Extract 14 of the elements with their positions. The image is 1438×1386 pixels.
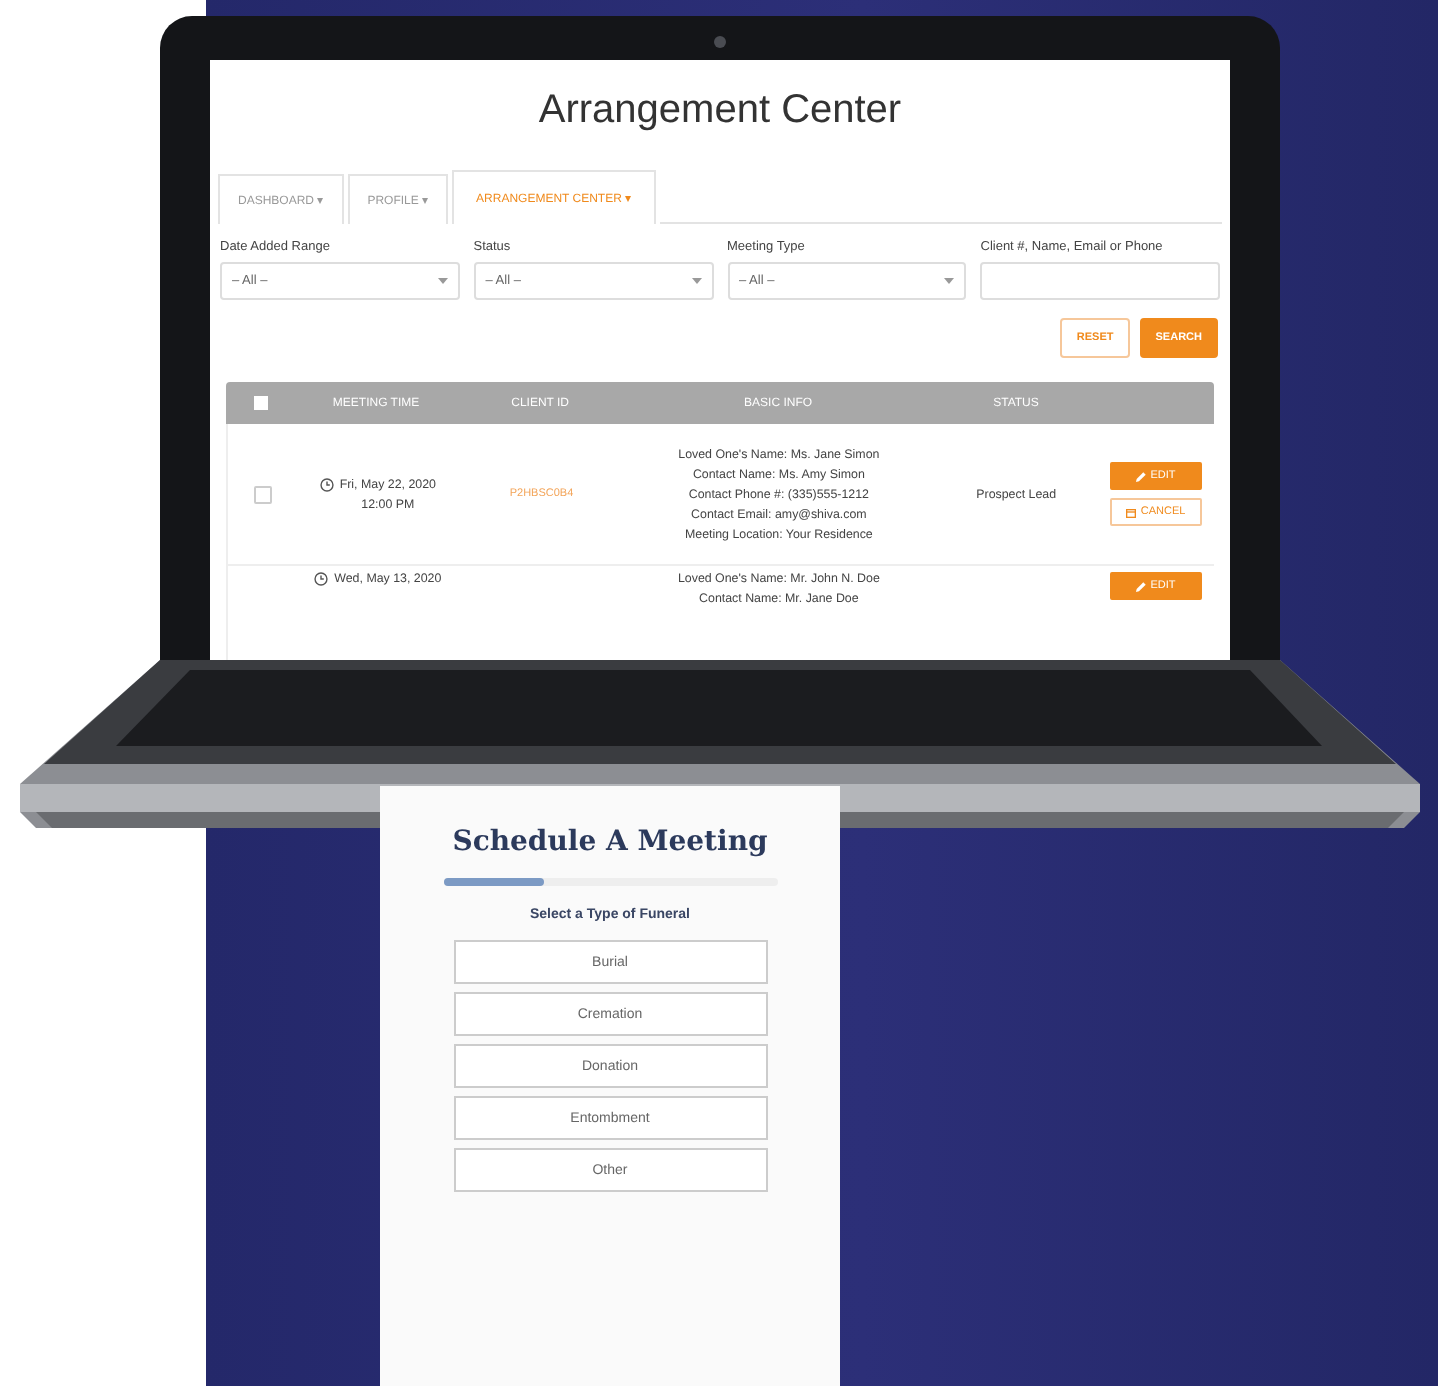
card-title: Schedule A Meeting <box>452 826 768 858</box>
calendar-icon <box>1126 507 1137 517</box>
pencil-icon <box>1136 581 1147 591</box>
page-title: Arrangement Center <box>536 88 904 134</box>
select-all-checkbox[interactable] <box>253 396 267 410</box>
caret-icon <box>944 277 955 285</box>
camera-icon <box>714 36 726 48</box>
row-checkbox[interactable] <box>253 485 271 503</box>
caret-icon <box>691 277 701 285</box>
search-field[interactable] <box>980 262 1220 300</box>
clock-icon <box>319 477 334 491</box>
clock-icon <box>314 572 329 586</box>
pencil-icon <box>1136 471 1147 481</box>
caret-icon <box>437 277 448 285</box>
